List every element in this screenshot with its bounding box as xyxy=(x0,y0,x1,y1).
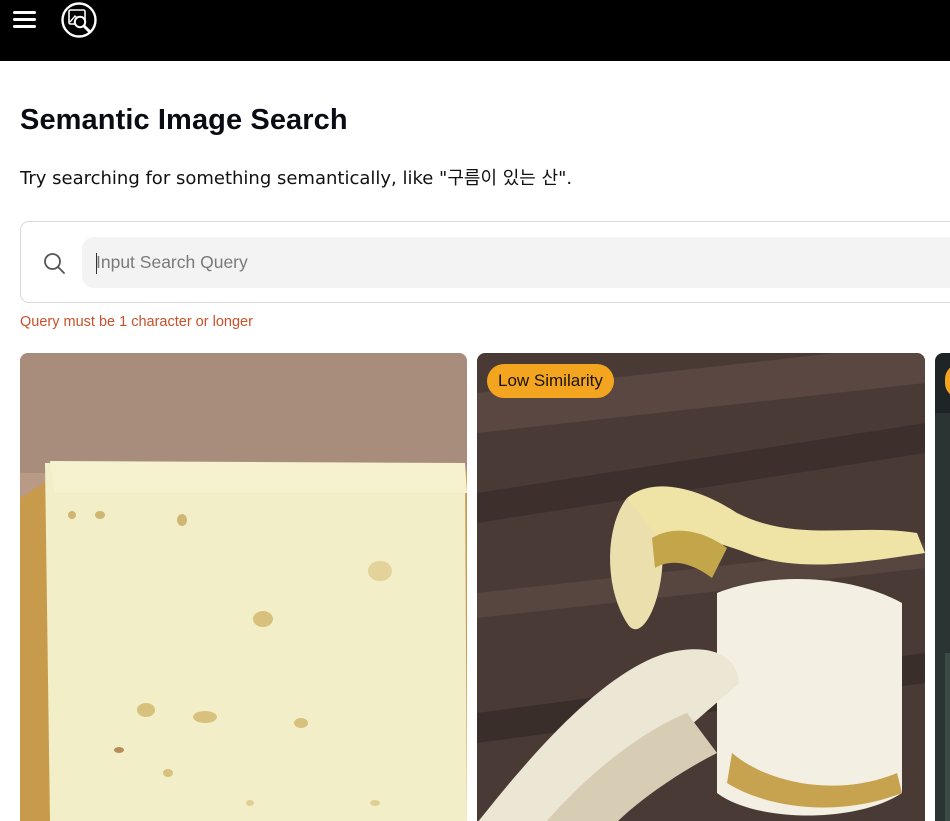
text-caret xyxy=(96,253,97,274)
top-navigation-bar xyxy=(0,0,950,61)
hamburger-menu-icon[interactable] xyxy=(12,9,38,31)
result-card-partial[interactable] xyxy=(935,353,950,821)
page-title: Semantic Image Search xyxy=(20,104,348,136)
banana-image xyxy=(477,353,925,821)
cheese-image xyxy=(20,353,467,821)
search-icon xyxy=(44,253,65,274)
result-card-banana[interactable]: Low Similarity xyxy=(477,353,925,821)
search-input[interactable] xyxy=(82,237,950,288)
image-search-logo-icon[interactable] xyxy=(60,1,98,39)
result-card-cheese[interactable] xyxy=(20,353,467,821)
partial-image xyxy=(935,353,950,821)
page-subtitle: Try searching for something semantically… xyxy=(20,168,573,189)
search-panel xyxy=(20,221,950,303)
similarity-badge: Low Similarity xyxy=(487,364,614,398)
query-validation-error: Query must be 1 character or longer xyxy=(20,314,253,330)
